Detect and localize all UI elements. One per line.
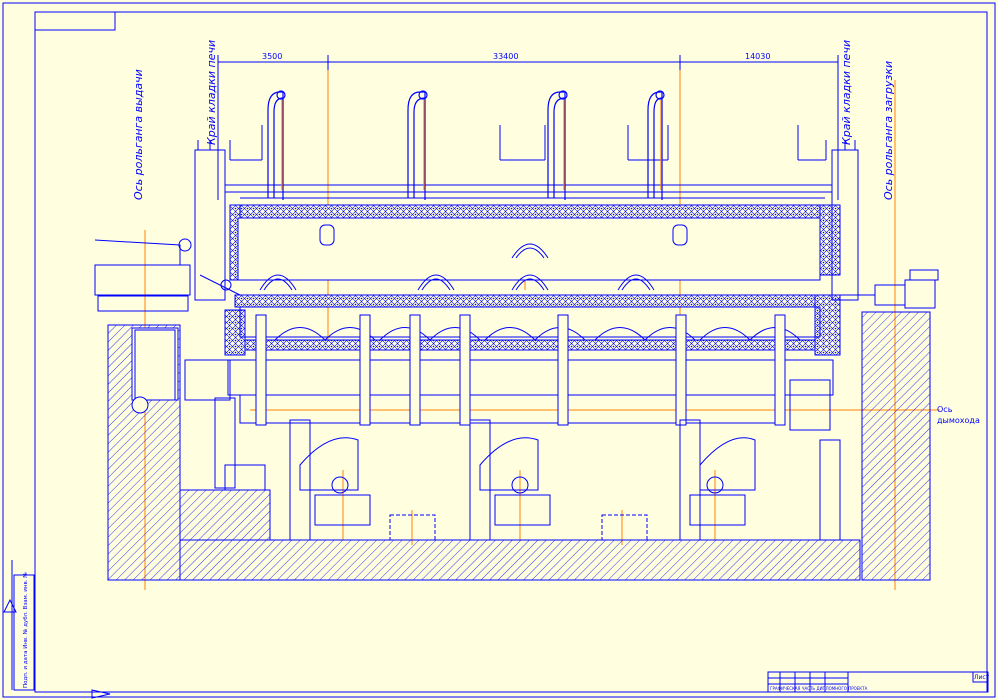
label-axis-load: Ось рольганга загрузки — [882, 61, 895, 200]
dimension-14030: 14030 — [745, 52, 770, 61]
title-block-doc-code: ГРАФИЧЕСКАЯ ЧАСТЬ ДИПЛОМНОГО ПРОЕКТА — [770, 686, 868, 691]
label-flue-axis-2: дымохода — [937, 416, 980, 425]
label-flue-axis-1: Ось — [937, 405, 953, 414]
roller-row — [184, 306, 834, 491]
drive-right — [840, 269, 939, 309]
top-left-box — [34, 11, 116, 31]
label-axis-unload: Ось рольганга выдачи — [132, 69, 145, 200]
dimension-chain — [217, 55, 839, 200]
side-stamp-text: Подп. и дата Инв. № дубл. Взам. инв. № — [23, 572, 29, 688]
dimension-33400: 33400 — [493, 52, 518, 61]
burner-pipes — [267, 90, 665, 200]
title-block-sheet-label: Лист — [974, 674, 990, 681]
label-furnace-edge-left: Край кладки печи — [205, 40, 218, 145]
label-furnace-edge-right: Край кладки печи — [840, 40, 853, 145]
furnace-cross-section-drawing: 3500 33400 14030 Ось рольганга выдачи Кр… — [2, 2, 996, 699]
dimension-3500: 3500 — [262, 52, 282, 61]
furnace-lining — [224, 204, 841, 356]
